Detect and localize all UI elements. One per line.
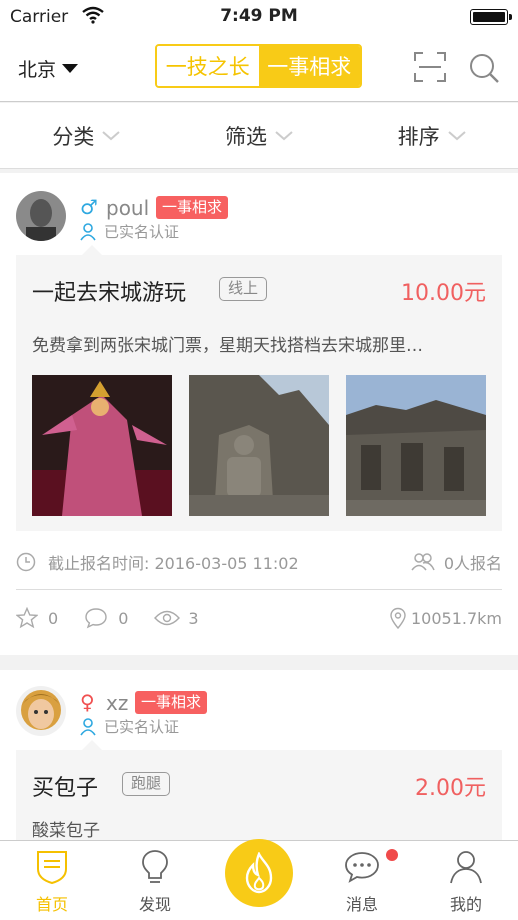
verified-badge: 已实名认证 <box>80 221 179 242</box>
tab-messages-label: 消息 <box>345 895 378 914</box>
tab-discover[interactable]: 发现 <box>115 849 195 915</box>
flame-icon <box>245 852 273 894</box>
post-photo[interactable] <box>189 375 329 516</box>
tab-home-label: 首页 <box>35 895 68 914</box>
battery-icon <box>470 9 512 25</box>
post-card[interactable]: ♂ poul 一事相求 已实名认证 一起去宋城游玩 线上 10.00元 免费拿到… <box>0 173 518 655</box>
post-price: 10.00元 <box>401 281 486 306</box>
username[interactable]: poul <box>106 196 149 220</box>
post-price: 2.00元 <box>415 776 486 801</box>
eye-icon <box>154 610 181 626</box>
home-shield-icon <box>37 851 67 885</box>
post-content[interactable]: 一起去宋城游玩 线上 10.00元 免费拿到两张宋城门票，星期天找搭档去宋城那里… <box>16 245 502 531</box>
post-content[interactable]: 买包子 跑腿 2.00元 酸菜包子 <box>16 740 502 845</box>
verified-label: 已实名认证 <box>104 223 180 241</box>
male-icon: ♂ <box>80 195 98 219</box>
username[interactable]: xz <box>106 691 128 715</box>
filter-category[interactable]: 分类 <box>0 103 173 168</box>
view-count: 3 <box>188 608 199 628</box>
publish-button[interactable] <box>225 839 293 907</box>
person-icon <box>80 222 96 240</box>
post-stats-row: 0 0 3 10051.7km <box>16 607 502 629</box>
segment-skills[interactable]: 一技之长 <box>157 46 259 86</box>
caret-down-icon <box>62 64 79 73</box>
search-icon[interactable] <box>468 52 500 88</box>
verified-badge: 已实名认证 <box>80 716 179 737</box>
status-bar: Carrier 7:49 PM <box>0 0 518 34</box>
post-card[interactable]: ♀ xz 一事相求 已实名认证 买包子 跑腿 2.00元 酸菜包子 <box>0 670 518 845</box>
chevron-down-icon <box>275 130 293 140</box>
post-description: 免费拿到两张宋城门票，星期天找搭档去宋城那里… <box>32 336 423 356</box>
post-deadline-row: 截止报名时间: 2016-03-05 11:02 0人报名 <box>16 550 502 574</box>
clock-icon <box>16 552 36 572</box>
distance: 10051.7km <box>410 608 502 628</box>
chevron-down-icon <box>102 130 120 140</box>
chat-bubble-icon <box>345 852 379 883</box>
post-mode-badge: 跑腿 <box>122 772 171 796</box>
avatar[interactable] <box>16 686 66 736</box>
post-type-tag: 一事相求 <box>135 691 208 714</box>
star-count: 0 <box>48 608 59 628</box>
filter-screen[interactable]: 筛选 <box>173 103 346 168</box>
female-icon: ♀ <box>80 690 95 714</box>
city-selector[interactable]: 北京 <box>18 55 79 82</box>
tab-profile-label: 我的 <box>449 895 482 914</box>
post-type-tag: 一事相求 <box>156 196 229 219</box>
post-mode-badge: 线上 <box>219 277 268 301</box>
post-title: 一起去宋城游玩 <box>32 281 187 306</box>
person-icon <box>80 717 96 735</box>
clock: 7:49 PM <box>220 6 298 26</box>
filter-sort-label: 排序 <box>397 124 440 149</box>
tab-home[interactable]: 首页 <box>12 849 92 915</box>
nav-bar: 北京 一技之长 一事相求 <box>0 34 518 102</box>
signup-count: 0人报名 <box>443 554 502 573</box>
scan-icon[interactable] <box>414 52 446 86</box>
chevron-down-icon <box>448 130 466 140</box>
filter-category-label: 分类 <box>52 124 95 149</box>
comment-count: 0 <box>118 608 129 628</box>
tab-bar: 首页 发现 消息 我的 <box>0 839 518 920</box>
verified-label: 已实名认证 <box>104 718 180 736</box>
divider <box>16 589 502 590</box>
post-title: 买包子 <box>32 776 99 801</box>
unread-badge <box>386 849 398 861</box>
post-description: 酸菜包子 <box>32 821 100 841</box>
city-label: 北京 <box>18 59 57 81</box>
people-icon <box>411 553 435 571</box>
filter-bar: 分类 筛选 排序 <box>0 103 518 169</box>
tab-profile[interactable]: 我的 <box>426 849 506 915</box>
post-photo[interactable] <box>346 375 486 516</box>
post-photo[interactable] <box>32 375 172 516</box>
location-pin-icon <box>390 607 406 629</box>
tab-discover-label: 发现 <box>138 895 171 914</box>
lightbulb-icon <box>142 850 168 883</box>
filter-sort[interactable]: 排序 <box>345 103 518 168</box>
mode-segmented-control: 一技之长 一事相求 <box>155 44 362 88</box>
segment-requests[interactable]: 一事相求 <box>258 46 360 86</box>
deadline-text: 截止报名时间: 2016-03-05 11:02 <box>48 554 299 573</box>
person-icon <box>450 851 482 884</box>
avatar[interactable] <box>16 191 66 241</box>
star-icon[interactable] <box>16 607 38 629</box>
comment-icon[interactable] <box>84 607 108 629</box>
filter-screen-label: 筛选 <box>225 124 267 149</box>
